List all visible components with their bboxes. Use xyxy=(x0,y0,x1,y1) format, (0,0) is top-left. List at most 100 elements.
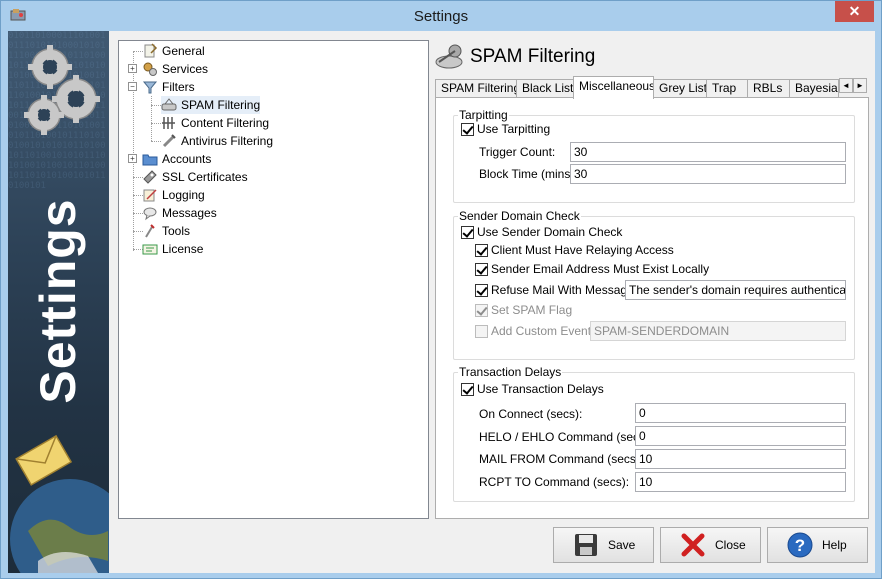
group-title: Transaction Delays xyxy=(458,365,563,379)
logging-icon xyxy=(143,189,157,202)
tree-item-label: Content Filtering xyxy=(181,116,270,130)
rcpt-to-label: RCPT TO Command (secs): xyxy=(479,475,630,489)
antivirus-icon xyxy=(162,134,176,148)
tree-connector xyxy=(151,141,161,142)
settings-tree[interactable]: + − + General Services Filters SPAM Filt… xyxy=(118,40,429,519)
checkbox-box[interactable] xyxy=(461,382,474,396)
filters-icon xyxy=(142,81,158,94)
checkbox-box[interactable] xyxy=(475,303,488,317)
tab-trap[interactable]: Trap xyxy=(706,79,748,98)
tree-item-antivirus-filtering[interactable]: Antivirus Filtering xyxy=(161,132,273,150)
trigger-count-input[interactable]: 30 xyxy=(570,142,846,162)
on-connect-label: On Connect (secs): xyxy=(479,407,583,421)
checkbox-label: Use Sender Domain Check xyxy=(477,225,623,239)
tab-miscellaneous[interactable]: Miscellaneous xyxy=(573,76,654,99)
tree-item-logging[interactable]: Logging xyxy=(142,186,205,204)
checkbox-box[interactable] xyxy=(461,225,474,239)
tree-item-label: License xyxy=(162,242,204,256)
help-icon: ? xyxy=(787,532,813,558)
expander-filters[interactable]: − xyxy=(128,82,137,91)
tree-item-services[interactable]: Services xyxy=(142,60,208,78)
close-button[interactable]: Close xyxy=(660,527,761,563)
add-custom-event-checkbox[interactable]: Add Custom Event: xyxy=(475,324,594,338)
settings-panel: SPAM Filtering SPAM Filtering Black List… xyxy=(435,40,869,519)
tree-item-label: Logging xyxy=(162,188,205,202)
tree-item-ssl-certificates[interactable]: SSL Certificates xyxy=(142,168,248,186)
banner-title: Settings xyxy=(30,198,86,404)
tree-connector xyxy=(151,105,161,106)
tree-item-general[interactable]: General xyxy=(142,42,205,60)
close-button-label: Close xyxy=(715,538,746,552)
tree-item-license[interactable]: License xyxy=(142,240,203,258)
use-sender-domain-checkbox[interactable]: Use Sender Domain Check xyxy=(461,225,622,239)
checkbox-box[interactable] xyxy=(475,324,488,338)
tools-icon xyxy=(145,224,155,238)
tree-item-label: Tools xyxy=(162,224,191,238)
tree-connector xyxy=(151,123,161,124)
help-button-label: Help xyxy=(822,538,847,552)
title-bar[interactable]: Settings ✕ xyxy=(1,1,881,31)
use-tarpitting-checkbox[interactable]: Use Tarpitting xyxy=(461,122,550,136)
save-button-label: Save xyxy=(608,538,636,552)
floppy-disk-icon xyxy=(575,534,597,556)
expander-services[interactable]: + xyxy=(128,64,137,73)
checkbox-box[interactable] xyxy=(475,283,488,297)
tab-grey-list[interactable]: Grey List xyxy=(653,79,707,98)
mail-from-label: MAIL FROM Command (secs): xyxy=(479,452,644,466)
content-filter-icon xyxy=(162,117,175,129)
settings-window: Settings ✕ 01011010001110100101110101010… xyxy=(0,0,882,579)
relaying-access-checkbox[interactable]: Client Must Have Relaying Access xyxy=(475,243,674,257)
tree-item-label: General xyxy=(162,44,205,58)
tree-item-spam-filtering[interactable]: SPAM Filtering xyxy=(161,96,261,114)
checkbox-label: Client Must Have Relaying Access xyxy=(491,243,674,257)
window-close-button[interactable]: ✕ xyxy=(835,1,874,22)
sender-domain-group: Sender Domain Check Use Sender Domain Ch… xyxy=(453,209,855,360)
expander-accounts[interactable]: + xyxy=(128,154,137,163)
tree-item-messages[interactable]: Messages xyxy=(142,204,217,222)
tree-item-tools[interactable]: Tools xyxy=(142,222,190,240)
checkbox-label: Use Transaction Delays xyxy=(477,382,604,396)
tree-item-label: Filters xyxy=(162,80,195,94)
checkbox-label: Add Custom Event: xyxy=(491,324,595,338)
spam-filter-header-icon xyxy=(435,44,463,69)
spam-filter-icon xyxy=(161,98,177,111)
client-area: 0101101000111010010111010101000101011110… xyxy=(8,31,875,573)
window-title: Settings xyxy=(413,8,469,25)
tree-item-content-filtering[interactable]: Content Filtering xyxy=(161,114,269,132)
use-transaction-delays-checkbox[interactable]: Use Transaction Delays xyxy=(461,382,604,396)
tree-item-label: SPAM Filtering xyxy=(181,98,261,112)
panel-title: SPAM Filtering xyxy=(470,46,596,67)
checkbox-box[interactable] xyxy=(475,262,488,276)
tab-spam-filtering[interactable]: SPAM Filtering xyxy=(435,79,517,98)
general-icon xyxy=(144,43,158,58)
refuse-message-input[interactable]: The sender's domain requires authenticat… xyxy=(625,280,846,300)
group-title: Sender Domain Check xyxy=(458,209,581,223)
rcpt-to-input[interactable]: 10 xyxy=(635,472,846,492)
tree-item-accounts[interactable]: Accounts xyxy=(142,150,211,168)
mail-from-input[interactable]: 10 xyxy=(635,449,846,469)
refuse-mail-checkbox[interactable]: Refuse Mail With Message: xyxy=(475,283,637,297)
tree-item-filters[interactable]: Filters xyxy=(142,78,195,96)
tab-black-list[interactable]: Black List xyxy=(516,79,574,98)
tab-scroll-right-button[interactable]: ► xyxy=(853,78,867,93)
custom-event-input[interactable]: SPAM-SENDERDOMAIN xyxy=(590,321,846,341)
checkbox-box[interactable] xyxy=(475,243,488,257)
folder-icon xyxy=(142,154,158,166)
block-time-input[interactable]: 30 xyxy=(570,164,846,184)
sender-exists-checkbox[interactable]: Sender Email Address Must Exist Locally xyxy=(475,262,709,276)
checkbox-label: Sender Email Address Must Exist Locally xyxy=(491,262,710,276)
on-connect-input[interactable]: 0 xyxy=(635,403,846,423)
save-button[interactable]: Save xyxy=(553,527,654,563)
tree-connector xyxy=(133,51,134,251)
checkbox-box[interactable] xyxy=(461,122,474,136)
tab-rbls[interactable]: RBLs xyxy=(747,79,790,98)
help-button[interactable]: ? Help xyxy=(767,527,868,563)
close-icon xyxy=(681,533,705,557)
tab-scroll-left-button[interactable]: ◄ xyxy=(839,78,853,93)
license-icon xyxy=(142,244,158,255)
certificate-icon xyxy=(143,170,157,184)
miscellaneous-tab-page: Tarpitting Use Tarpitting Trigger Count:… xyxy=(435,97,869,519)
tab-bayesian[interactable]: Bayesia xyxy=(789,79,839,98)
helo-input[interactable]: 0 xyxy=(635,426,846,446)
set-spam-flag-checkbox[interactable]: Set SPAM Flag xyxy=(475,303,572,317)
